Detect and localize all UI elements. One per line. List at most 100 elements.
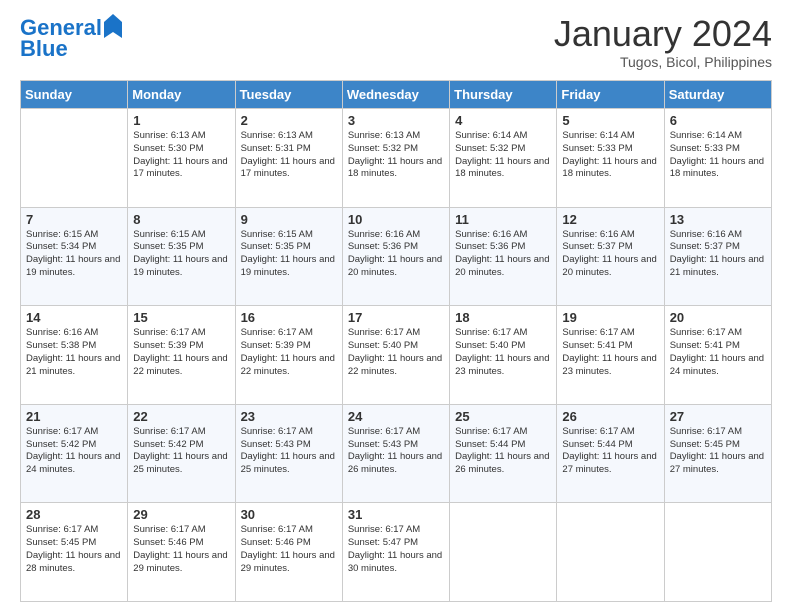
day-number: 16 [241,310,337,325]
table-row: 12 Sunrise: 6:16 AMSunset: 5:37 PMDaylig… [557,207,664,306]
day-number: 14 [26,310,122,325]
day-number: 13 [670,212,766,227]
table-row: 27 Sunrise: 6:17 AMSunset: 5:45 PMDaylig… [664,404,771,503]
cell-info: Sunrise: 6:17 AMSunset: 5:43 PMDaylight:… [241,426,337,477]
day-number: 21 [26,409,122,424]
title-block: January 2024 Tugos, Bicol, Philippines [554,16,772,70]
calendar-week-row: 14 Sunrise: 6:16 AMSunset: 5:38 PMDaylig… [21,306,772,405]
day-number: 19 [562,310,658,325]
table-row: 3 Sunrise: 6:13 AMSunset: 5:32 PMDayligh… [342,109,449,208]
table-row: 20 Sunrise: 6:17 AMSunset: 5:41 PMDaylig… [664,306,771,405]
cell-info: Sunrise: 6:16 AMSunset: 5:36 PMDaylight:… [455,229,551,280]
day-number: 6 [670,113,766,128]
day-number: 7 [26,212,122,227]
cell-info: Sunrise: 6:17 AMSunset: 5:40 PMDaylight:… [348,327,444,378]
page: General Blue January 2024 Tugos, Bicol, … [0,0,792,612]
day-number: 4 [455,113,551,128]
logo: General Blue [20,16,122,60]
table-row: 18 Sunrise: 6:17 AMSunset: 5:40 PMDaylig… [450,306,557,405]
table-row [557,503,664,602]
calendar-week-row: 7 Sunrise: 6:15 AMSunset: 5:34 PMDayligh… [21,207,772,306]
calendar-week-row: 21 Sunrise: 6:17 AMSunset: 5:42 PMDaylig… [21,404,772,503]
calendar-table: Sunday Monday Tuesday Wednesday Thursday… [20,80,772,602]
table-row: 9 Sunrise: 6:15 AMSunset: 5:35 PMDayligh… [235,207,342,306]
table-row: 17 Sunrise: 6:17 AMSunset: 5:40 PMDaylig… [342,306,449,405]
table-row: 5 Sunrise: 6:14 AMSunset: 5:33 PMDayligh… [557,109,664,208]
table-row: 7 Sunrise: 6:15 AMSunset: 5:34 PMDayligh… [21,207,128,306]
day-number: 30 [241,507,337,522]
day-number: 20 [670,310,766,325]
table-row: 24 Sunrise: 6:17 AMSunset: 5:43 PMDaylig… [342,404,449,503]
calendar-week-row: 28 Sunrise: 6:17 AMSunset: 5:45 PMDaylig… [21,503,772,602]
cell-info: Sunrise: 6:16 AMSunset: 5:38 PMDaylight:… [26,327,122,378]
table-row: 30 Sunrise: 6:17 AMSunset: 5:46 PMDaylig… [235,503,342,602]
cell-info: Sunrise: 6:15 AMSunset: 5:35 PMDaylight:… [241,229,337,280]
table-row: 15 Sunrise: 6:17 AMSunset: 5:39 PMDaylig… [128,306,235,405]
cell-info: Sunrise: 6:17 AMSunset: 5:39 PMDaylight:… [241,327,337,378]
cell-info: Sunrise: 6:17 AMSunset: 5:47 PMDaylight:… [348,524,444,575]
table-row [450,503,557,602]
cell-info: Sunrise: 6:17 AMSunset: 5:41 PMDaylight:… [670,327,766,378]
day-number: 5 [562,113,658,128]
col-sunday: Sunday [21,81,128,109]
col-monday: Monday [128,81,235,109]
cell-info: Sunrise: 6:16 AMSunset: 5:37 PMDaylight:… [562,229,658,280]
logo-blue: Blue [20,38,122,60]
cell-info: Sunrise: 6:14 AMSunset: 5:33 PMDaylight:… [670,130,766,181]
cell-info: Sunrise: 6:13 AMSunset: 5:30 PMDaylight:… [133,130,229,181]
day-number: 8 [133,212,229,227]
table-row [21,109,128,208]
cell-info: Sunrise: 6:17 AMSunset: 5:45 PMDaylight:… [670,426,766,477]
day-number: 26 [562,409,658,424]
cell-info: Sunrise: 6:16 AMSunset: 5:36 PMDaylight:… [348,229,444,280]
table-row: 13 Sunrise: 6:16 AMSunset: 5:37 PMDaylig… [664,207,771,306]
day-number: 10 [348,212,444,227]
table-row: 31 Sunrise: 6:17 AMSunset: 5:47 PMDaylig… [342,503,449,602]
table-row: 6 Sunrise: 6:14 AMSunset: 5:33 PMDayligh… [664,109,771,208]
cell-info: Sunrise: 6:16 AMSunset: 5:37 PMDaylight:… [670,229,766,280]
day-number: 3 [348,113,444,128]
day-number: 2 [241,113,337,128]
day-number: 11 [455,212,551,227]
day-number: 25 [455,409,551,424]
table-row: 16 Sunrise: 6:17 AMSunset: 5:39 PMDaylig… [235,306,342,405]
cell-info: Sunrise: 6:17 AMSunset: 5:42 PMDaylight:… [133,426,229,477]
day-number: 29 [133,507,229,522]
col-wednesday: Wednesday [342,81,449,109]
cell-info: Sunrise: 6:17 AMSunset: 5:42 PMDaylight:… [26,426,122,477]
table-row: 28 Sunrise: 6:17 AMSunset: 5:45 PMDaylig… [21,503,128,602]
day-number: 18 [455,310,551,325]
day-number: 24 [348,409,444,424]
cell-info: Sunrise: 6:17 AMSunset: 5:45 PMDaylight:… [26,524,122,575]
col-saturday: Saturday [664,81,771,109]
calendar-week-row: 1 Sunrise: 6:13 AMSunset: 5:30 PMDayligh… [21,109,772,208]
table-row: 11 Sunrise: 6:16 AMSunset: 5:36 PMDaylig… [450,207,557,306]
location-subtitle: Tugos, Bicol, Philippines [554,54,772,70]
cell-info: Sunrise: 6:15 AMSunset: 5:34 PMDaylight:… [26,229,122,280]
day-number: 22 [133,409,229,424]
cell-info: Sunrise: 6:17 AMSunset: 5:44 PMDaylight:… [455,426,551,477]
cell-info: Sunrise: 6:17 AMSunset: 5:43 PMDaylight:… [348,426,444,477]
header: General Blue January 2024 Tugos, Bicol, … [20,16,772,70]
col-tuesday: Tuesday [235,81,342,109]
table-row: 19 Sunrise: 6:17 AMSunset: 5:41 PMDaylig… [557,306,664,405]
table-row: 4 Sunrise: 6:14 AMSunset: 5:32 PMDayligh… [450,109,557,208]
day-number: 12 [562,212,658,227]
day-number: 1 [133,113,229,128]
day-number: 15 [133,310,229,325]
table-row: 26 Sunrise: 6:17 AMSunset: 5:44 PMDaylig… [557,404,664,503]
day-number: 17 [348,310,444,325]
cell-info: Sunrise: 6:17 AMSunset: 5:46 PMDaylight:… [241,524,337,575]
month-title: January 2024 [554,16,772,52]
table-row: 23 Sunrise: 6:17 AMSunset: 5:43 PMDaylig… [235,404,342,503]
cell-info: Sunrise: 6:17 AMSunset: 5:46 PMDaylight:… [133,524,229,575]
logo-icon [104,14,122,38]
col-thursday: Thursday [450,81,557,109]
table-row: 29 Sunrise: 6:17 AMSunset: 5:46 PMDaylig… [128,503,235,602]
cell-info: Sunrise: 6:14 AMSunset: 5:33 PMDaylight:… [562,130,658,181]
cell-info: Sunrise: 6:15 AMSunset: 5:35 PMDaylight:… [133,229,229,280]
day-number: 23 [241,409,337,424]
cell-info: Sunrise: 6:13 AMSunset: 5:32 PMDaylight:… [348,130,444,181]
table-row: 10 Sunrise: 6:16 AMSunset: 5:36 PMDaylig… [342,207,449,306]
cell-info: Sunrise: 6:17 AMSunset: 5:44 PMDaylight:… [562,426,658,477]
